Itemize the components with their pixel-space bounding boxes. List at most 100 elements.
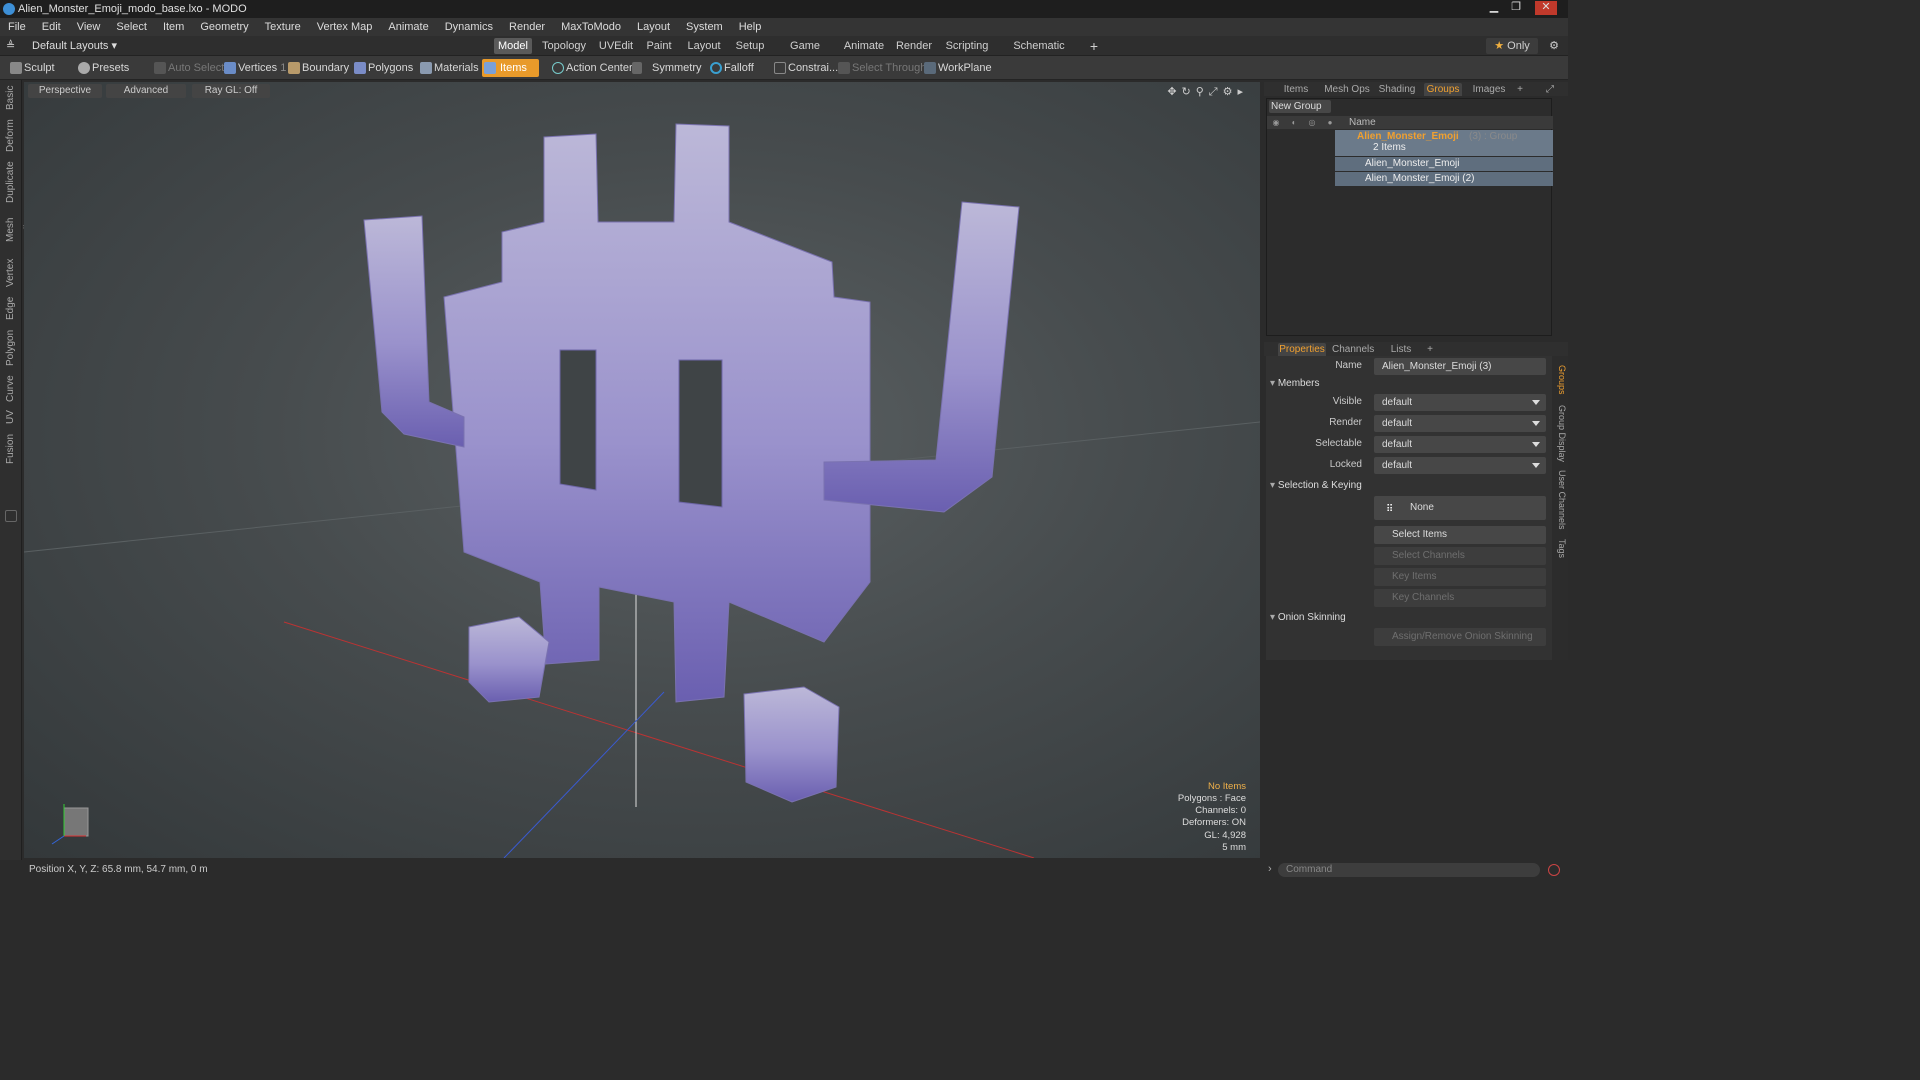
tab-paint[interactable]: Paint: [643, 38, 675, 54]
polygons-button[interactable]: Polygons: [352, 59, 413, 77]
menu-geometry[interactable]: Geometry: [192, 18, 256, 36]
command-input[interactable]: Command: [1278, 863, 1540, 877]
menu-item[interactable]: Item: [155, 18, 192, 36]
onion-skinning-section[interactable]: Onion Skinning: [1270, 612, 1346, 623]
action-center-button[interactable]: Action Center: [550, 59, 633, 77]
key-items-button[interactable]: Key Items: [1374, 568, 1546, 586]
only-toggle[interactable]: ★ Only: [1486, 38, 1538, 54]
advanced-button[interactable]: Advanced: [106, 84, 186, 98]
menu-help[interactable]: Help: [731, 18, 770, 36]
auto-select-button[interactable]: Auto Select: [152, 59, 224, 77]
select-icon[interactable]: ◎: [1305, 116, 1319, 130]
symmetry-button[interactable]: Symmetry: [630, 59, 702, 77]
minimize-icon[interactable]: ▁: [1485, 1, 1503, 15]
tab-uv[interactable]: UV: [2, 408, 20, 426]
select-items-button[interactable]: Select Items: [1374, 526, 1546, 544]
tab-groups[interactable]: Groups: [1424, 83, 1462, 96]
tab-mesh-ops[interactable]: Mesh Ops: [1324, 83, 1370, 96]
select-through-button[interactable]: Select Through: [836, 59, 926, 77]
tab-channels[interactable]: Channels: [1332, 343, 1374, 356]
menu-texture[interactable]: Texture: [257, 18, 309, 36]
panel-toggle-icon[interactable]: [5, 510, 17, 522]
lock-icon[interactable]: ●: [1323, 116, 1337, 130]
menu-maxtomodo[interactable]: MaxToModo: [553, 18, 629, 36]
tab-uvedit[interactable]: UVEdit: [596, 38, 636, 54]
selectable-dropdown[interactable]: default: [1374, 436, 1546, 453]
menu-view[interactable]: View: [69, 18, 109, 36]
presets-button[interactable]: Presets: [76, 59, 129, 77]
expand-icon[interactable]: ⤢: [1544, 83, 1556, 96]
tab-setup[interactable]: Setup: [733, 38, 767, 54]
render-icon[interactable]: ◐: [1287, 116, 1301, 130]
tab-edge[interactable]: Edge: [2, 294, 20, 322]
tab-layout[interactable]: Layout: [684, 38, 724, 54]
raygl-button[interactable]: Ray GL: Off: [192, 84, 270, 98]
tab-deform[interactable]: Deform: [2, 118, 20, 154]
tab-basic[interactable]: Basic: [2, 84, 20, 112]
tab-tags[interactable]: Tags: [1553, 536, 1567, 562]
tab-images[interactable]: Images: [1470, 83, 1508, 96]
tab-shading[interactable]: Shading: [1376, 83, 1418, 96]
onion-skinning-button[interactable]: Assign/Remove Onion Skinning: [1374, 628, 1546, 646]
visible-dropdown[interactable]: default: [1374, 394, 1546, 411]
sculpt-button[interactable]: Sculpt: [8, 59, 55, 77]
tab-group-display[interactable]: Group Display: [1553, 404, 1567, 464]
none-button[interactable]: ⠿ None: [1374, 496, 1546, 520]
menu-edit[interactable]: Edit: [34, 18, 69, 36]
tab-groups-side[interactable]: Groups: [1553, 360, 1567, 400]
tab-fusion[interactable]: Fusion: [2, 432, 20, 466]
menu-file[interactable]: File: [0, 18, 34, 36]
constraints-button[interactable]: Constrai...: [772, 59, 838, 77]
key-channels-button[interactable]: Key Channels: [1374, 589, 1546, 607]
select-channels-button[interactable]: Select Channels: [1374, 547, 1546, 565]
viewport-nav-icons[interactable]: ✥↻⚲⤢⚙▸: [1167, 85, 1248, 99]
workplane-button[interactable]: WorkPlane: [922, 59, 992, 77]
vertices-button[interactable]: Vertices 1: [222, 59, 286, 77]
close-icon[interactable]: ✕: [1535, 1, 1557, 15]
falloff-button[interactable]: Falloff: [708, 59, 754, 77]
tab-animate[interactable]: Animate: [843, 38, 885, 54]
add-panel-tab-icon[interactable]: +: [1514, 83, 1526, 96]
boundary-button[interactable]: Boundary: [286, 59, 349, 77]
name-field[interactable]: Alien_Monster_Emoji (3): [1374, 358, 1546, 375]
gear-icon[interactable]: ⚙: [1546, 38, 1562, 54]
tab-render[interactable]: Render: [894, 38, 934, 54]
tab-user-channels[interactable]: User Channels: [1553, 468, 1567, 532]
command-history-icon[interactable]: [1548, 864, 1560, 876]
add-panel-tab-icon[interactable]: +: [1424, 343, 1436, 356]
maximize-icon[interactable]: ❐: [1507, 1, 1525, 15]
render-dropdown[interactable]: default: [1374, 415, 1546, 432]
tab-game-tools[interactable]: Game Tools: [776, 38, 834, 68]
tree-child-row[interactable]: Alien_Monster_Emoji (2): [1335, 172, 1553, 186]
tab-items[interactable]: Items: [1274, 83, 1318, 96]
tab-properties[interactable]: Properties: [1278, 343, 1326, 356]
tab-model[interactable]: Model: [494, 38, 532, 54]
tab-vertex[interactable]: Vertex: [2, 258, 20, 288]
eye-icon[interactable]: ◉: [1269, 116, 1283, 130]
locked-dropdown[interactable]: default: [1374, 457, 1546, 474]
tab-topology[interactable]: Topology: [540, 38, 588, 54]
tab-mesh-edit[interactable]: Mesh Edit: [2, 208, 34, 252]
menu-vertex-map[interactable]: Vertex Map: [309, 18, 381, 36]
menu-system[interactable]: System: [678, 18, 731, 36]
tab-schematic-fusion[interactable]: Schematic Fusion: [1000, 38, 1078, 68]
layout-selector[interactable]: Default Layouts ▾: [4, 38, 117, 54]
menu-layout[interactable]: Layout: [629, 18, 678, 36]
items-button[interactable]: Items: [482, 59, 539, 77]
new-group-button[interactable]: New Group: [1269, 100, 1331, 113]
menu-render[interactable]: Render: [501, 18, 553, 36]
perspective-button[interactable]: Perspective: [28, 84, 102, 98]
materials-button[interactable]: Materials: [418, 59, 479, 77]
tab-curve[interactable]: Curve: [2, 374, 20, 404]
tree-child-row[interactable]: Alien_Monster_Emoji: [1335, 157, 1553, 171]
menu-animate[interactable]: Animate: [380, 18, 436, 36]
tab-lists[interactable]: Lists: [1382, 343, 1420, 356]
add-tab-icon[interactable]: +: [1086, 38, 1102, 54]
selection-keying-section[interactable]: Selection & Keying: [1270, 480, 1362, 491]
group-row[interactable]: Alien_Monster_Emoji (3) : Group 2 Items: [1335, 130, 1553, 156]
tab-polygon[interactable]: Polygon: [2, 328, 20, 368]
tab-scripting[interactable]: Scripting: [943, 38, 991, 54]
menu-dynamics[interactable]: Dynamics: [437, 18, 501, 36]
tab-duplicate[interactable]: Duplicate: [2, 160, 20, 204]
3d-viewport[interactable]: Perspective Advanced Ray GL: Off ✥↻⚲⤢⚙▸ …: [24, 82, 1260, 858]
